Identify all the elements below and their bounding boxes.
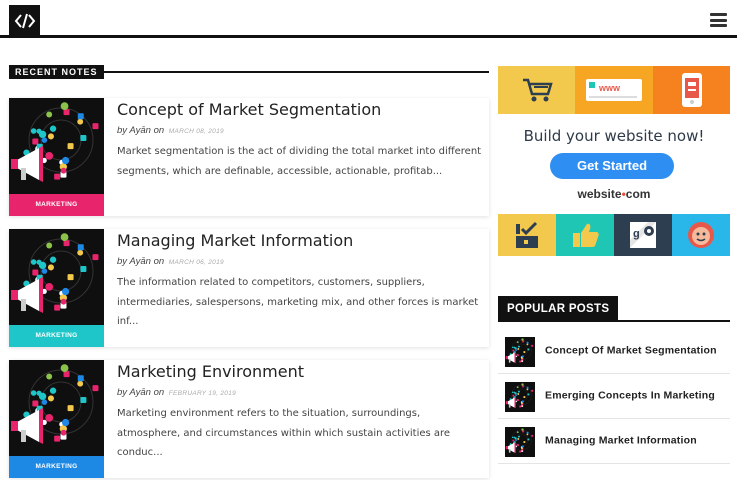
- post-author[interactable]: Ayān: [129, 256, 151, 267]
- post-title[interactable]: Marketing Environment: [117, 362, 304, 381]
- mailchimp-icon: [688, 222, 714, 248]
- svg-text:g: g: [633, 228, 640, 240]
- ad-top-tiles: www: [498, 66, 730, 114]
- site-logo[interactable]: [9, 5, 40, 36]
- cart-icon: [522, 78, 553, 102]
- post-date: MARCH 06, 2019: [168, 259, 224, 266]
- thumbnail-label: MARKETING: [9, 194, 104, 216]
- recent-notes-header: RECENT NOTES: [9, 65, 489, 79]
- thumbnail-label: MARKETING: [9, 456, 104, 478]
- ad-headline: Build your website now!: [523, 127, 705, 145]
- ad-tile: [672, 214, 730, 256]
- code-brackets-icon: [14, 13, 35, 28]
- popular-post-item[interactable]: Managing Market Information: [498, 419, 730, 464]
- post-author[interactable]: Ayān: [129, 125, 151, 136]
- post-thumbnail[interactable]: MARKETING: [9, 98, 104, 216]
- popular-posts-header: POPULAR POSTS: [498, 296, 730, 322]
- popular-post-item[interactable]: Concept Of Market Segmentation: [498, 329, 730, 374]
- post-author[interactable]: Ayān: [129, 387, 151, 398]
- checklist-icon: [516, 221, 538, 248]
- popular-post-thumbnail[interactable]: [505, 337, 535, 367]
- website-ad-banner[interactable]: www Build your website now! Get Started …: [498, 66, 730, 256]
- ad-tile: [653, 66, 730, 114]
- google-maps-icon: g: [630, 222, 656, 248]
- popular-post-title[interactable]: Managing Market Information: [545, 435, 727, 448]
- popular-post-title[interactable]: Emerging Concepts In Marketing: [545, 390, 727, 403]
- post-meta: by Ayān on MARCH 08, 2019: [117, 125, 224, 136]
- thumbs-up-icon: [573, 223, 599, 247]
- get-started-button[interactable]: Get Started: [550, 153, 674, 179]
- marketing-illustration-icon: [11, 364, 99, 444]
- popular-posts-title: POPULAR POSTS: [498, 296, 619, 322]
- post-excerpt: Market segmentation is the act of dividi…: [117, 146, 482, 177]
- section-title: RECENT NOTES: [9, 65, 104, 79]
- post-date: MARCH 08, 2019: [168, 128, 224, 135]
- marketing-illustration-icon: [505, 338, 534, 364]
- post-meta: by Ayān on MARCH 06, 2019: [117, 256, 224, 267]
- post-excerpt: Marketing environment refers to the situ…: [117, 408, 451, 458]
- popular-post-item[interactable]: Emerging Concepts In Marketing: [498, 374, 730, 419]
- marketing-illustration-icon: [11, 102, 99, 182]
- hamburger-menu-icon[interactable]: [710, 13, 727, 27]
- post-date: FEBRUARY 19, 2019: [168, 390, 237, 397]
- ad-tile: www: [575, 66, 653, 114]
- ad-tile: [498, 214, 556, 256]
- marketing-illustration-icon: [505, 383, 534, 409]
- post-card[interactable]: MARKETING Marketing Environment by Ayān …: [9, 360, 489, 478]
- marketing-illustration-icon: [11, 233, 99, 313]
- ad-tile: g: [614, 214, 672, 256]
- post-title[interactable]: Concept of Market Segmentation: [117, 100, 381, 119]
- ad-bottom-tiles: g: [498, 214, 730, 256]
- post-excerpt: The information related to competitors, …: [117, 277, 479, 327]
- post-card[interactable]: MARKETING Concept of Market Segmentation…: [9, 98, 489, 216]
- marketing-illustration-icon: [505, 428, 534, 454]
- ad-brand: website•com: [577, 187, 651, 201]
- site-header: [0, 0, 737, 38]
- thumbnail-label: MARKETING: [9, 325, 104, 347]
- ad-tile: [556, 214, 614, 256]
- ad-tile: [498, 66, 575, 114]
- mobile-phone-icon: [681, 73, 702, 107]
- popular-post-thumbnail[interactable]: [505, 382, 535, 412]
- post-card[interactable]: MARKETING Managing Market Information by…: [9, 229, 489, 347]
- post-thumbnail[interactable]: MARKETING: [9, 229, 104, 347]
- post-title[interactable]: Managing Market Information: [117, 231, 353, 250]
- www-browser-icon: www: [586, 79, 642, 101]
- popular-posts-list: Concept Of Market Segmentation Emerging …: [498, 329, 730, 464]
- popular-post-thumbnail[interactable]: [505, 427, 535, 457]
- popular-post-title[interactable]: Concept Of Market Segmentation: [545, 345, 727, 358]
- post-meta: by Ayān on FEBRUARY 19, 2019: [117, 387, 237, 398]
- post-thumbnail[interactable]: MARKETING: [9, 360, 104, 478]
